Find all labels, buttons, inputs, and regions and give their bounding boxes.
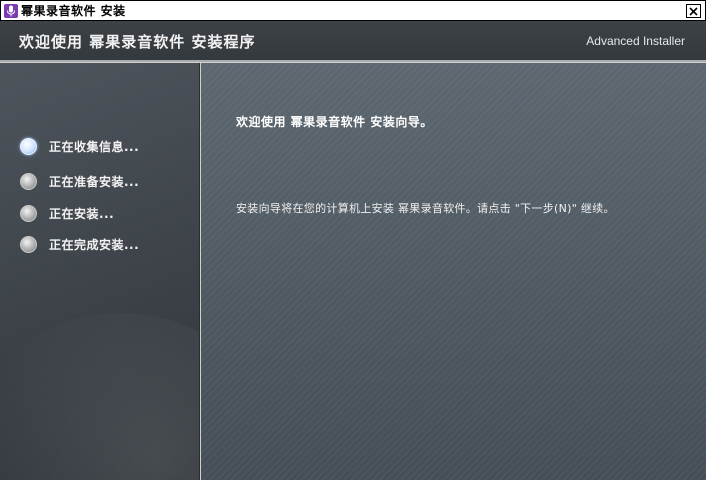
window-title: 幂果录音软件 安装 [21, 4, 126, 18]
step-indicator-icon [20, 204, 37, 222]
step-label: 正在完成安装... [49, 237, 140, 252]
close-button[interactable] [686, 4, 701, 18]
steps-sidebar: 正在收集信息... 正在准备安装... 正在安装... 正在完成安装... [0, 63, 200, 480]
step-installing: 正在安装... [20, 203, 114, 223]
step-collecting-info: 正在收集信息... [20, 136, 139, 156]
installer-header: 欢迎使用 幂果录音软件 安装程序 Advanced Installer [0, 21, 706, 62]
welcome-heading: 欢迎使用 幂果录音软件 安装向导。 [236, 115, 433, 129]
step-indicator-icon [20, 172, 37, 190]
window-titlebar[interactable]: 幂果录音软件 安装 [0, 0, 706, 21]
welcome-panel: 欢迎使用 幂果录音软件 安装向导。 安装向导将在您的计算机上安装 幂果录音软件。… [201, 63, 706, 480]
welcome-message: 安装向导将在您的计算机上安装 幂果录音软件。请点击 "下一步(N)" 继续。 [236, 202, 615, 215]
header-title: 欢迎使用 幂果录音软件 安装程序 [19, 33, 256, 51]
step-preparing-install: 正在准备安装... [20, 171, 139, 191]
step-label: 正在准备安装... [49, 174, 140, 189]
brand-label: Advanced Installer [586, 34, 685, 48]
step-indicator-icon [20, 137, 37, 155]
step-label: 正在安装... [49, 206, 115, 221]
step-label: 正在收集信息... [49, 139, 140, 154]
step-finishing-install: 正在完成安装... [20, 234, 139, 254]
step-indicator-icon [20, 235, 37, 253]
microphone-icon [4, 3, 18, 18]
close-icon [689, 6, 698, 16]
